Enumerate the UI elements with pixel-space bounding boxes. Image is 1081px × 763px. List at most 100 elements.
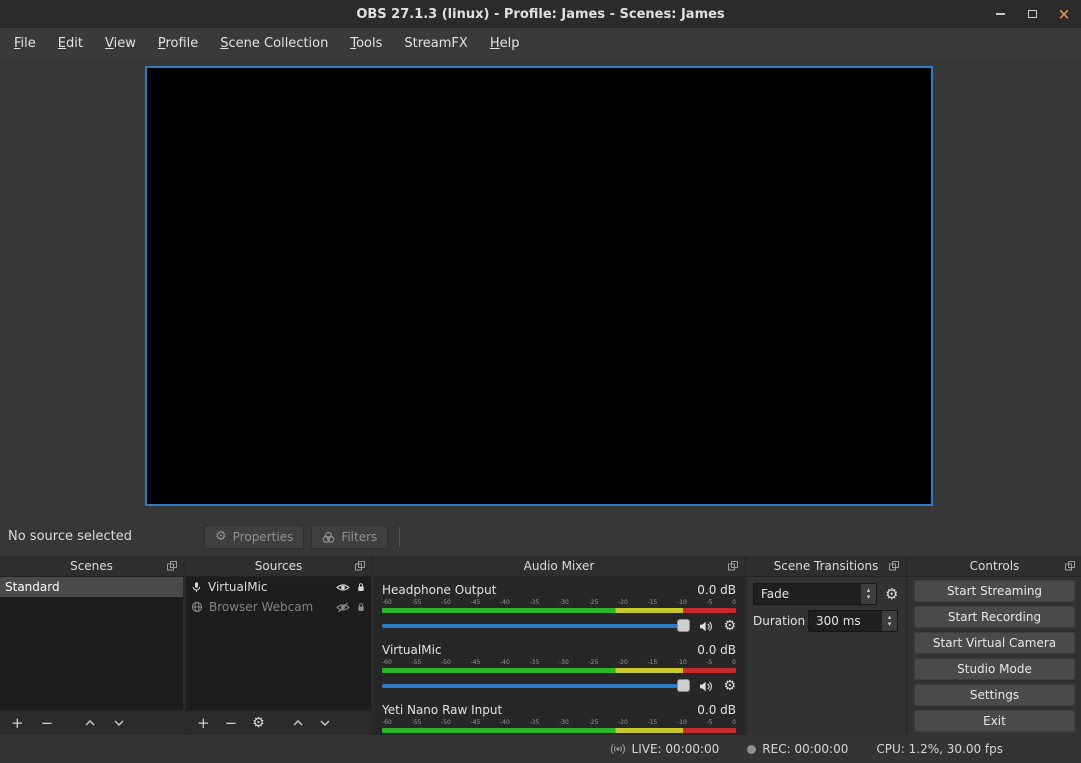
volume-slider[interactable] [382,624,690,628]
duration-down-arrow-icon[interactable]: ▾ [888,621,892,628]
controls-dock: Controls Start Streaming Start Recording… [908,556,1081,735]
sources-dock-header: Sources [186,556,371,577]
controls-dock-header: Controls [908,556,1081,577]
dock-popout-icon[interactable] [167,561,177,571]
scale-tick-label: 0 [732,659,736,667]
add-source-button[interactable]: + [197,716,210,731]
scale-tick-label: -60 [382,659,392,667]
duration-spinbox[interactable]: 300 ms ▴▾ [808,610,898,632]
window-title: OBS 27.1.3 (linux) - Profile: James - Sc… [356,7,724,22]
transition-select[interactable]: Fade ▴▾ [753,583,877,605]
move-scene-down-button[interactable] [113,718,125,728]
maximize-button[interactable] [1023,5,1041,23]
source-properties-gear-icon[interactable]: ⚙ [252,716,265,730]
speaker-icon[interactable] [699,620,714,633]
scene-list-item[interactable]: Standard [0,577,183,597]
scale-tick-label: -45 [471,659,481,667]
scale-tick-label: -30 [559,659,569,667]
source-item-label: VirtualMic [208,580,330,594]
gear-icon: ⚙ [215,530,227,544]
exit-button[interactable]: Exit [914,710,1075,732]
audio-mixer-dock-header: Audio Mixer [374,556,744,577]
lock-icon[interactable] [356,581,366,593]
mixer-channel: Yeti Nano Raw Input 0.0 dB -60-55-50-45-… [374,698,744,735]
channel-settings-gear-icon[interactable]: ⚙ [723,679,736,693]
live-status: LIVE: 00:00:00 [610,741,720,757]
dock-popout-icon[interactable] [355,561,365,571]
properties-button[interactable]: ⚙ Properties [204,525,304,549]
scale-tick-label: -10 [677,599,687,607]
duration-value: 300 ms [809,611,882,631]
channel-settings-gear-icon[interactable]: ⚙ [723,619,736,633]
sources-toolbar: + − ⚙ [186,710,371,735]
lock-icon[interactable] [356,601,366,613]
scale-tick-label: -45 [471,599,481,607]
menu-file[interactable]: File [3,32,47,55]
dock-popout-icon[interactable] [889,561,899,571]
combo-arrows-icon: ▴▾ [861,584,876,604]
scale-tick-label: -50 [441,599,451,607]
menu-scene-collection[interactable]: Scene Collection [209,32,339,55]
volume-slider-handle[interactable] [677,679,690,692]
scale-tick-label: -30 [559,719,569,727]
rec-time: REC: 00:00:00 [762,742,848,756]
scale-tick-label: -5 [707,719,713,727]
visibility-eye-slash-icon[interactable] [336,602,350,613]
live-time: LIVE: 00:00:00 [632,742,720,756]
add-scene-button[interactable]: + [11,716,24,731]
scale-tick-label: -10 [677,719,687,727]
remove-scene-button[interactable]: − [41,716,54,731]
remove-source-button[interactable]: − [225,716,238,731]
dock-popout-icon[interactable] [728,561,738,571]
minimize-button[interactable] [991,5,1009,23]
status-bar: LIVE: 00:00:00 REC: 00:00:00 CPU: 1.2%, … [0,735,1081,763]
move-source-up-button[interactable] [292,718,304,728]
scale-tick-label: -20 [618,599,628,607]
filters-button[interactable]: Filters [311,525,388,549]
spinbox-arrows[interactable]: ▴▾ [882,611,897,631]
toolbar-separator [399,527,400,547]
volume-meter [382,608,736,613]
menu-view[interactable]: View [94,32,147,55]
transition-select-value: Fade [754,584,861,604]
start-streaming-button[interactable]: Start Streaming [914,580,1075,602]
visibility-eye-icon[interactable] [336,582,350,593]
dock-popout-icon[interactable] [1065,561,1075,571]
studio-mode-button[interactable]: Studio Mode [914,658,1075,680]
menu-streamfx[interactable]: StreamFX [393,32,478,55]
start-recording-button[interactable]: Start Recording [914,606,1075,628]
channel-name: Headphone Output [382,583,496,597]
scenes-dock-title: Scenes [70,559,113,573]
transition-settings-gear-icon[interactable]: ⚙ [885,587,898,601]
mixer-channel: VirtualMic 0.0 dB -60-55-50-45-40-35-30-… [374,638,744,698]
channel-db-value: 0.0 dB [697,583,736,597]
close-button[interactable]: × [1055,5,1073,23]
sources-dock: Sources VirtualMic [186,556,371,735]
record-dot-icon [747,745,756,754]
menu-edit[interactable]: Edit [47,32,94,55]
speaker-icon[interactable] [699,680,714,693]
move-source-down-button[interactable] [319,718,331,728]
volume-slider[interactable] [382,684,690,688]
settings-button[interactable]: Settings [914,684,1075,706]
menu-help[interactable]: Help [479,32,531,55]
volume-slider-handle[interactable] [677,619,690,632]
cpu-fps-text: CPU: 1.2%, 30.00 fps [876,742,1003,756]
move-scene-up-button[interactable] [84,718,96,728]
menu-streamfx-label: StreamFX [404,36,467,51]
scale-tick-label: -15 [648,659,658,667]
preview-canvas[interactable] [145,66,933,506]
scale-tick-label: -45 [471,719,481,727]
scene-transitions-dock: Scene Transitions Fade ▴▾ ⚙ Duration 300 [747,556,905,735]
source-list-item[interactable]: VirtualMic [186,577,371,597]
menu-profile[interactable]: Profile [147,32,209,55]
volume-meter [382,668,736,673]
source-list-item[interactable]: Browser Webcam [186,597,371,617]
minimize-icon [996,13,1005,15]
controls-body: Start Streaming Start Recording Start Vi… [908,577,1081,736]
sources-list: VirtualMic Browser Webcam [186,577,371,710]
menu-tools[interactable]: Tools [339,32,393,55]
controls-dock-title: Controls [970,559,1020,573]
start-virtual-camera-button[interactable]: Start Virtual Camera [914,632,1075,654]
source-toolbar-buttons: ⚙ Properties Filters [204,525,400,549]
